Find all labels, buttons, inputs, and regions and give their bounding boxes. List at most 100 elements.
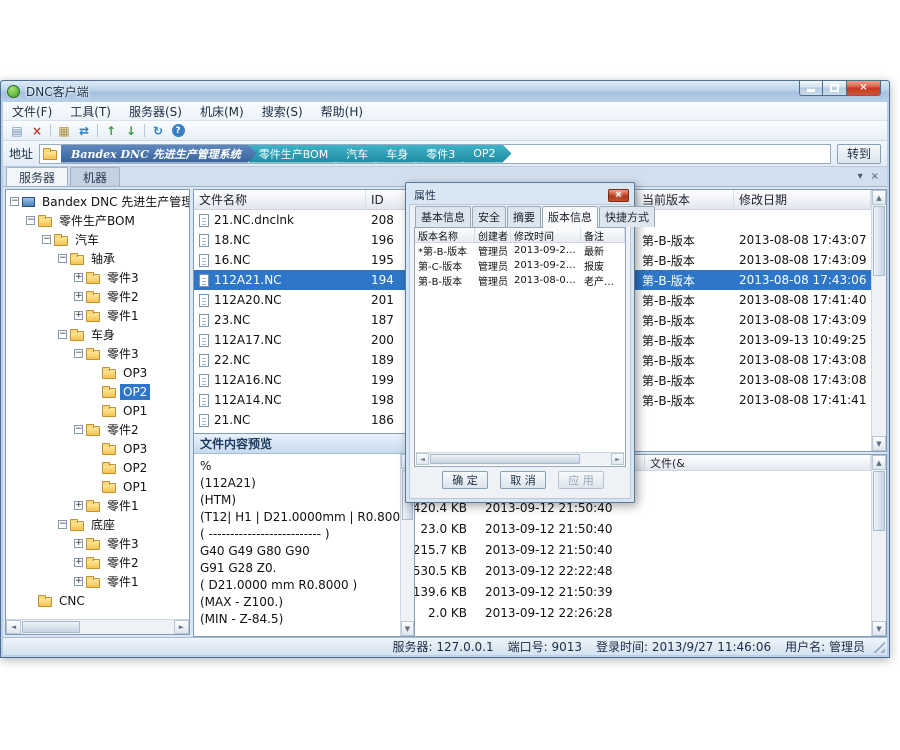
collapse-icon[interactable]: − xyxy=(42,235,51,244)
scroll-track[interactable] xyxy=(872,470,886,621)
column-header-extra[interactable]: 文件(& xyxy=(645,455,871,470)
scroll-thumb[interactable] xyxy=(22,621,80,633)
dialog-tab-basic[interactable]: 基本信息 xyxy=(415,206,471,227)
collapse-icon[interactable]: − xyxy=(10,197,19,206)
address-field[interactable]: Bandex DNC 先进生产管理系统零件生产BOM汽车车身零件3OP2 xyxy=(39,144,831,164)
column-header-date[interactable]: 修改日期 xyxy=(734,190,871,209)
expand-icon[interactable]: + xyxy=(74,539,83,548)
expand-icon[interactable]: + xyxy=(74,311,83,320)
scroll-track[interactable] xyxy=(21,620,174,634)
scroll-left-button[interactable]: ◄ xyxy=(416,453,429,465)
tree-node[interactable]: OP3 xyxy=(6,439,189,458)
tree-node[interactable]: +零件2 xyxy=(6,553,189,572)
tree-node[interactable]: +零件2 xyxy=(6,287,189,306)
dialog-title-bar[interactable]: 属性 × xyxy=(409,186,631,204)
tree-node[interactable]: +零件3 xyxy=(6,268,189,287)
delete-icon[interactable]: × xyxy=(28,122,46,139)
dialog-tab-summary[interactable]: 摘要 xyxy=(507,206,541,227)
collapse-icon[interactable]: − xyxy=(74,425,83,434)
refresh-icon[interactable]: ↻ xyxy=(149,122,167,139)
download-icon[interactable]: ↓ xyxy=(122,122,140,139)
scroll-left-button[interactable]: ◄ xyxy=(6,620,21,634)
version-row[interactable]: *第-B-版本管理员2013-09-27 14:最新 xyxy=(415,243,625,258)
tree-node[interactable]: +零件1 xyxy=(6,306,189,325)
transfer-icon[interactable]: ⇄ xyxy=(75,122,93,139)
scroll-up-button[interactable]: ▲ xyxy=(872,190,886,205)
tree-node[interactable]: +零件3 xyxy=(6,534,189,553)
view-tab-machine[interactable]: 机器 xyxy=(70,167,120,186)
help-icon[interactable]: ? xyxy=(169,122,187,139)
tree-node[interactable]: OP1 xyxy=(6,401,189,420)
scroll-up-button[interactable]: ▲ xyxy=(872,455,886,470)
scroll-track[interactable] xyxy=(429,453,611,465)
menu-item-machine[interactable]: 机床(M) xyxy=(191,101,253,122)
expand-icon[interactable]: + xyxy=(74,501,83,510)
tree-hscrollbar[interactable]: ◄ ► xyxy=(6,619,189,634)
collapse-icon[interactable]: − xyxy=(26,216,35,225)
version-row[interactable]: 第-B-版本管理员2013-08-08 17:老产品程序 xyxy=(415,273,625,288)
collapse-icon[interactable]: − xyxy=(58,520,67,529)
tree-node[interactable]: −Bandex DNC 先进生产管理系统 xyxy=(6,192,189,211)
tree-node[interactable]: −底座 xyxy=(6,515,189,534)
close-pane-icon[interactable]: × xyxy=(871,171,879,182)
tree-node[interactable]: OP2 xyxy=(6,458,189,477)
scroll-down-button[interactable]: ▼ xyxy=(872,436,886,451)
upload-icon[interactable]: ↑ xyxy=(102,122,120,139)
breadcrumb-part3[interactable]: 零件3 xyxy=(416,145,471,163)
tree-node[interactable]: −零件3 xyxy=(6,344,189,363)
collapse-icon[interactable]: − xyxy=(58,254,67,263)
expand-icon[interactable]: + xyxy=(74,558,83,567)
attachment-vscrollbar[interactable]: ▲ ▼ xyxy=(871,455,886,636)
apply-button[interactable]: 应 用 xyxy=(558,471,604,489)
menu-item-help[interactable]: 帮助(H) xyxy=(312,101,372,122)
version-column-header-1[interactable]: 创建者 xyxy=(475,228,511,242)
tree-node[interactable]: +零件1 xyxy=(6,496,189,515)
file-list-vscrollbar[interactable]: ▲ ▼ xyxy=(871,190,886,451)
tree-node[interactable]: −零件2 xyxy=(6,420,189,439)
tree-node[interactable]: −汽车 xyxy=(6,230,189,249)
tree-node[interactable]: +零件1 xyxy=(6,572,189,591)
minimize-button[interactable] xyxy=(799,81,823,96)
dialog-hscrollbar[interactable]: ◄ ► xyxy=(416,452,624,465)
tree-node[interactable]: OP1 xyxy=(6,477,189,496)
scroll-down-button[interactable]: ▼ xyxy=(872,621,886,636)
close-button[interactable]: × xyxy=(847,81,881,96)
tree-node[interactable]: −轴承 xyxy=(6,249,189,268)
scroll-thumb[interactable] xyxy=(430,454,580,464)
collapse-icon[interactable]: − xyxy=(74,349,83,358)
chevron-down-icon[interactable]: ▾ xyxy=(858,171,863,182)
cancel-button[interactable]: 取 消 xyxy=(500,471,546,489)
dialog-tab-security[interactable]: 安全 xyxy=(472,206,506,227)
column-header-name[interactable]: 文件名称 xyxy=(194,190,366,209)
tree-node[interactable]: OP3 xyxy=(6,363,189,382)
ok-button[interactable]: 确 定 xyxy=(442,471,488,489)
version-column-header-3[interactable]: 备注 xyxy=(581,228,625,242)
scroll-thumb[interactable] xyxy=(873,206,885,276)
collapse-icon[interactable]: − xyxy=(58,330,67,339)
menu-item-search[interactable]: 搜索(S) xyxy=(253,101,312,122)
scroll-right-button[interactable]: ► xyxy=(611,453,624,465)
dialog-tab-version[interactable]: 版本信息 xyxy=(542,206,598,228)
tree-node[interactable]: CNC xyxy=(6,591,189,610)
version-column-header-0[interactable]: 版本名称 xyxy=(415,228,475,242)
scroll-track[interactable] xyxy=(872,205,886,436)
menu-item-server[interactable]: 服务器(S) xyxy=(120,101,191,122)
dialog-close-button[interactable]: × xyxy=(608,189,629,202)
menu-item-file[interactable]: 文件(F) xyxy=(3,101,61,122)
new-file-icon[interactable]: ▤ xyxy=(8,122,26,139)
scroll-right-button[interactable]: ► xyxy=(174,620,189,634)
version-row[interactable]: 第-C-版本管理员2013-09-27 14:报废 xyxy=(415,258,625,273)
breadcrumb-root[interactable]: Bandex DNC 先进生产管理系统 xyxy=(61,145,257,163)
expand-icon[interactable]: + xyxy=(74,292,83,301)
view-tab-server[interactable]: 服务器 xyxy=(6,167,68,186)
dialog-tab-shortcut[interactable]: 快捷方式 xyxy=(599,206,655,227)
go-button[interactable]: 转到 xyxy=(837,144,881,164)
expand-icon[interactable]: + xyxy=(74,273,83,282)
breadcrumb-bom[interactable]: 零件生产BOM xyxy=(249,145,345,163)
menu-item-tools[interactable]: 工具(T) xyxy=(61,101,120,122)
scroll-thumb[interactable] xyxy=(873,471,885,531)
maximize-button[interactable] xyxy=(823,81,847,96)
expand-icon[interactable]: + xyxy=(74,577,83,586)
tree-node[interactable]: OP2 xyxy=(6,382,189,401)
scroll-down-button[interactable]: ▼ xyxy=(401,621,414,636)
